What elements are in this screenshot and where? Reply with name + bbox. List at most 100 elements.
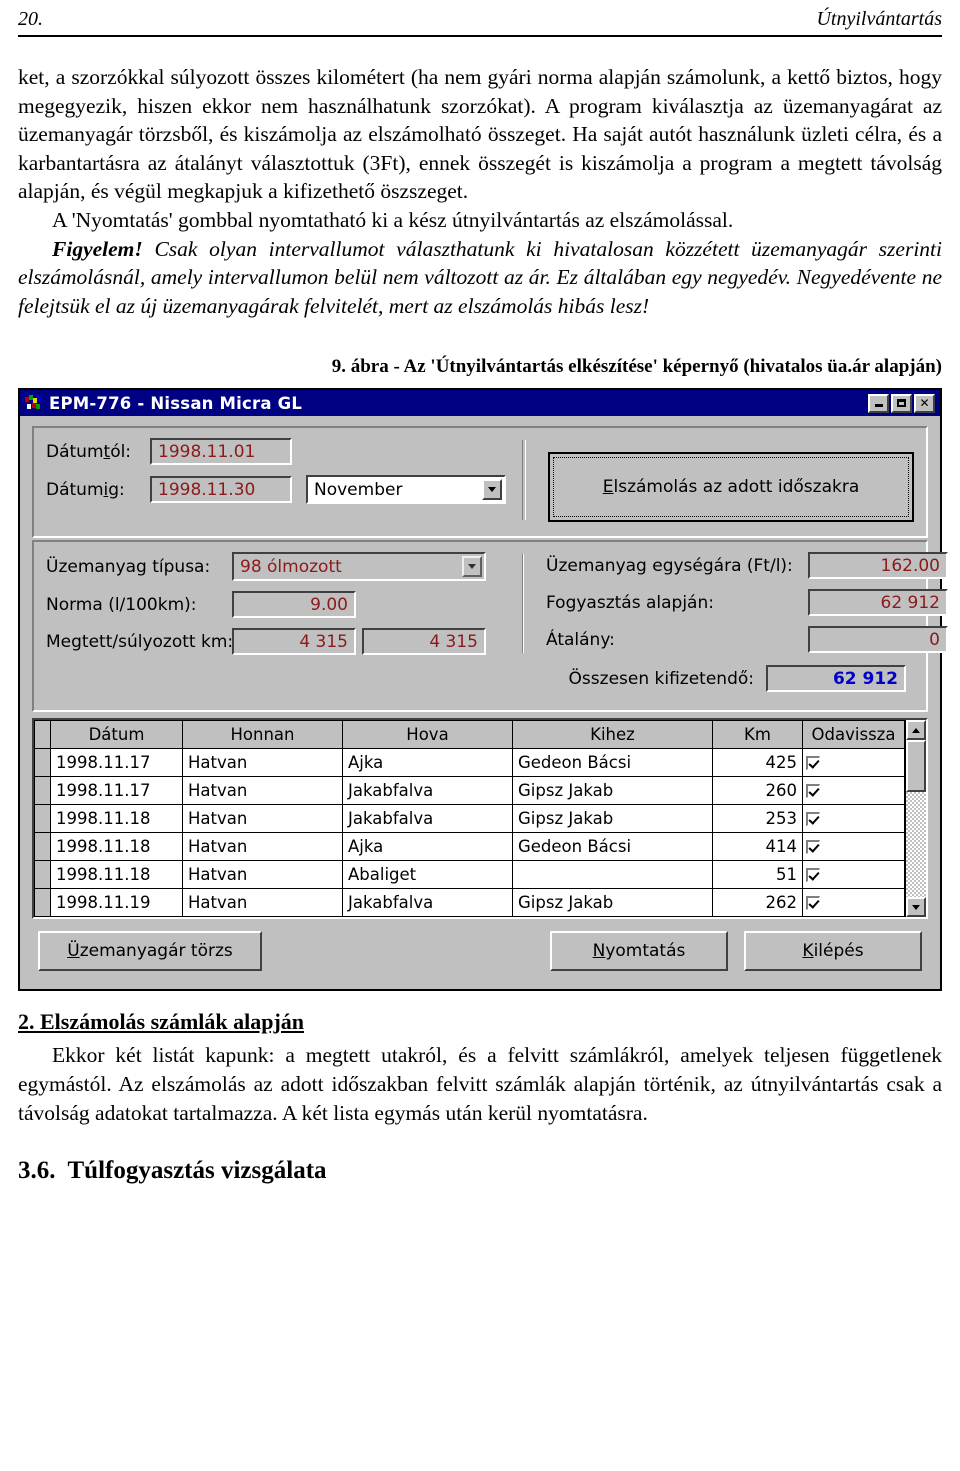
- cell-odavissza[interactable]: [802, 832, 905, 862]
- window-controls: ✕: [868, 393, 937, 413]
- cell-datum: 1998.11.19: [50, 888, 183, 918]
- cell-datum: 1998.11.18: [50, 832, 183, 862]
- figure-caption: 9. ábra - Az 'Útnyilvántartás elkészítés…: [331, 356, 942, 378]
- month-select-value: November: [314, 479, 403, 500]
- checkbox-icon[interactable]: [806, 756, 820, 771]
- column-header-datum[interactable]: Dátum: [50, 720, 183, 750]
- checkbox-icon[interactable]: [806, 784, 820, 799]
- table-header-row: Dátum Honnan Hova Kihez Km Odavissza: [34, 720, 905, 750]
- scrollbar-thumb[interactable]: [906, 740, 926, 793]
- norm-value: 9.00: [232, 591, 356, 619]
- section-2-body: Ekkor két listát kapunk: a megtett utakr…: [18, 1041, 942, 1127]
- cell-hova: Jakabfalva: [342, 776, 513, 806]
- cell-honnan: Hatvan: [182, 776, 343, 806]
- row-handle[interactable]: [34, 860, 51, 890]
- scroll-down-button[interactable]: [906, 897, 926, 918]
- checkbox-icon[interactable]: [806, 840, 820, 855]
- cell-km: 262: [712, 888, 803, 918]
- body-text-block: ket, a szorzókkal súlyozott összes kilom…: [18, 63, 942, 320]
- fuel-type-select-value: 98 ólmozott: [240, 556, 342, 577]
- checkbox-icon[interactable]: [806, 812, 820, 827]
- chevron-down-icon[interactable]: [482, 479, 502, 501]
- date-from-input[interactable]: 1998.11.01: [150, 438, 292, 466]
- paragraph-2: A 'Nyomtatás' gombbal nyomtatható ki a k…: [52, 207, 734, 232]
- cell-datum: 1998.11.18: [50, 804, 183, 834]
- row-handle[interactable]: [34, 748, 51, 778]
- total-row: Összesen kifizetendő: 62 912: [46, 655, 914, 696]
- cell-kihez: Gipsz Jakab: [512, 888, 713, 918]
- table-row[interactable]: 1998.11.17 Hatvan Jakabfalva Gipsz Jakab…: [34, 776, 905, 806]
- period-panel: Dátumtól: 1998.11.01 Dátumig: 1998.11.30…: [32, 426, 928, 539]
- print-button[interactable]: Nyomtatás: [550, 931, 728, 972]
- column-header-km[interactable]: Km: [712, 720, 803, 750]
- fuel-price-master-button[interactable]: Üzemanyagár törzs: [38, 931, 262, 972]
- calculate-period-button[interactable]: Elszámolás az adott időszakra: [548, 452, 914, 523]
- cell-odavissza[interactable]: [802, 888, 905, 918]
- row-handle[interactable]: [34, 776, 51, 806]
- cell-kihez: Gipsz Jakab: [512, 804, 713, 834]
- cell-honnan: Hatvan: [182, 860, 343, 890]
- weighted-distance-value: 4 315: [362, 628, 486, 656]
- grid-vertical-scrollbar[interactable]: [905, 720, 926, 918]
- window-button-bar: Üzemanyagár törzs Nyomtatás Kilépés: [32, 919, 928, 979]
- row-handle[interactable]: [34, 804, 51, 834]
- close-button[interactable]: ✕: [914, 393, 935, 413]
- section-heading-36: 3.6. Túlfogyasztás vizsgálata: [18, 1157, 942, 1185]
- cell-honnan: Hatvan: [182, 804, 343, 834]
- calculation-divider: [522, 554, 524, 654]
- table-body: 1998.11.17 Hatvan Ajka Gedeon Bácsi 425 …: [34, 748, 905, 918]
- table-row[interactable]: 1998.11.18 Hatvan Ajka Gedeon Bácsi 414: [34, 832, 905, 862]
- cell-odavissza[interactable]: [802, 804, 905, 834]
- distance-row: Megtett/súlyozott km: 4 315 4 315: [46, 628, 516, 656]
- cell-km: 51: [712, 860, 803, 890]
- minimize-button[interactable]: [868, 393, 889, 413]
- row-handle[interactable]: [34, 832, 51, 862]
- fuel-type-select[interactable]: 98 ólmozott: [232, 552, 486, 582]
- column-header-odavissza[interactable]: Odavissza: [802, 720, 905, 750]
- consumption-row: Fogyasztás alapján: 62 912: [546, 589, 948, 617]
- cell-odavissza[interactable]: [802, 776, 905, 806]
- period-right-column: Elszámolás az adott időszakra: [548, 438, 914, 523]
- date-to-label: Dátumig:: [46, 479, 125, 500]
- cell-datum: 1998.11.17: [50, 776, 183, 806]
- fuel-type-label: Üzemanyag típusa:: [46, 556, 211, 577]
- month-select[interactable]: November: [306, 475, 506, 505]
- row-handle-header: [34, 720, 51, 750]
- cell-honnan: Hatvan: [182, 748, 343, 778]
- column-header-honnan[interactable]: Honnan: [182, 720, 343, 750]
- maximize-button[interactable]: [891, 393, 912, 413]
- flat-rate-value: 0: [808, 626, 948, 654]
- table-row[interactable]: 1998.11.18 Hatvan Jakabfalva Gipsz Jakab…: [34, 804, 905, 834]
- checkbox-icon[interactable]: [806, 868, 820, 883]
- date-to-input[interactable]: 1998.11.30: [150, 476, 292, 504]
- cell-honnan: Hatvan: [182, 832, 343, 862]
- unit-price-value: 162.00: [808, 552, 948, 580]
- cell-kihez: Gipsz Jakab: [512, 776, 713, 806]
- exit-button[interactable]: Kilépés: [744, 931, 922, 972]
- column-header-hova[interactable]: Hova: [342, 720, 513, 750]
- cell-hova: Ajka: [342, 832, 513, 862]
- distance-label: Megtett/súlyozott km:: [46, 631, 234, 652]
- total-value: 62 912: [766, 665, 906, 693]
- cell-hova: Ajka: [342, 748, 513, 778]
- calculation-grid: Üzemanyag típusa: 98 ólmozott Norma (l/1…: [46, 552, 948, 656]
- figure-screenshot: EPM-776 - Nissan Micra GL ✕ Dátumtól: 19…: [18, 388, 948, 992]
- chevron-down-icon[interactable]: [462, 556, 482, 578]
- window-titlebar: EPM-776 - Nissan Micra GL ✕: [20, 390, 940, 417]
- table-row[interactable]: 1998.11.18 Hatvan Abaliget 51: [34, 860, 905, 890]
- cell-odavissza[interactable]: [802, 748, 905, 778]
- paragraph-1: ket, a szorzókkal súlyozott összes kilom…: [18, 65, 942, 204]
- checkbox-icon[interactable]: [806, 896, 820, 911]
- table-row[interactable]: 1998.11.19 Hatvan Jakabfalva Gipsz Jakab…: [34, 888, 905, 918]
- scrollbar-track[interactable]: [906, 740, 926, 898]
- document-page: 20. Útnyilvántartás ket, a szorzókkal sú…: [0, 0, 960, 1471]
- table-row[interactable]: 1998.11.17 Hatvan Ajka Gedeon Bácsi 425: [34, 748, 905, 778]
- norm-row: Norma (l/100km): 9.00: [46, 591, 516, 619]
- cell-odavissza[interactable]: [802, 860, 905, 890]
- calculate-button-wrap: Elszámolás az adott időszakra: [548, 438, 914, 523]
- scroll-up-button[interactable]: [906, 720, 926, 741]
- section-heading-2: 2. Elszámolás számlák alapján: [18, 1009, 305, 1035]
- column-header-kihez[interactable]: Kihez: [512, 720, 713, 750]
- row-handle[interactable]: [34, 888, 51, 918]
- cell-km: 253: [712, 804, 803, 834]
